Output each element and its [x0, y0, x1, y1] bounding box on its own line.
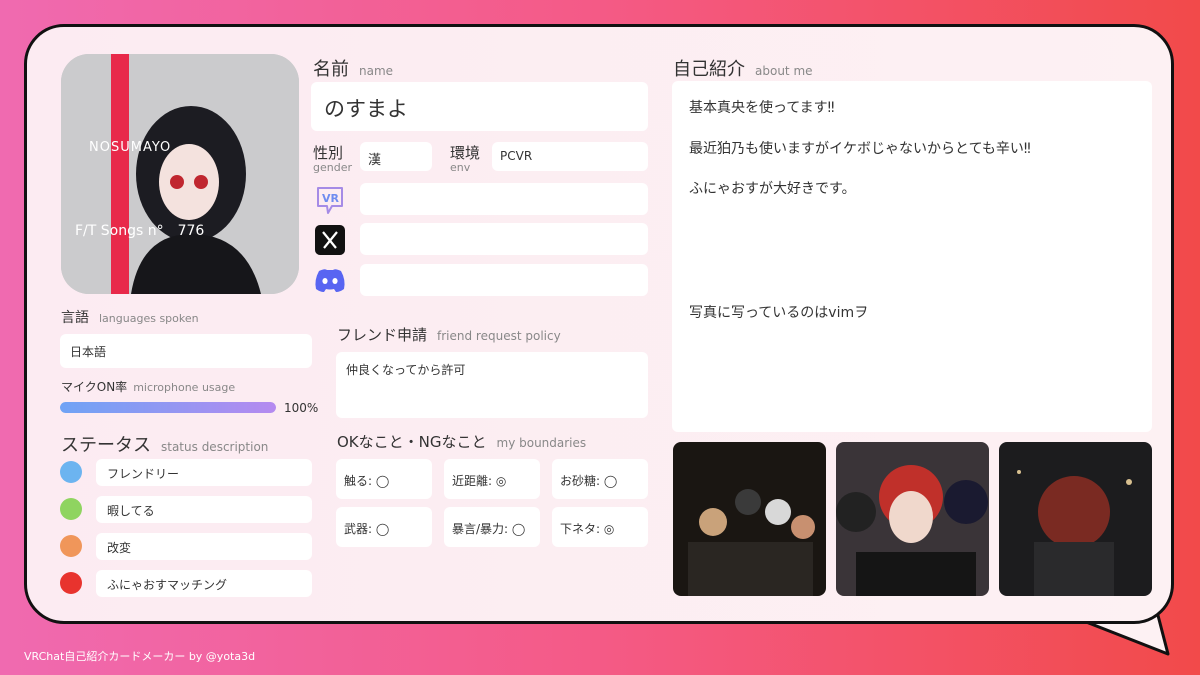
status-item: フレンドリー	[96, 459, 312, 486]
status-label: ステータス status description	[61, 435, 269, 456]
boundary-item: 下ネタ: ◎	[552, 507, 648, 547]
avatar-image: NOSUMAYO F/T Songs n° 776	[61, 54, 299, 294]
status-item: ふにゃおすマッチング	[96, 570, 312, 597]
languages-value: 日本語	[70, 345, 107, 359]
footer-credit: VRChat自己紹介カードメーカー by @yota3d	[24, 650, 256, 663]
boundary-item-text: 暴言/暴力: ◯	[452, 522, 526, 536]
boundary-item-text: 触る: ◯	[344, 474, 390, 488]
boundary-item: お砂糖: ◯	[552, 459, 648, 499]
vrchat-icon: VR	[317, 187, 343, 214]
friend-field: 仲良くなってから許可	[336, 352, 648, 418]
env-field: PCVR	[492, 142, 648, 171]
env-value: PCVR	[500, 149, 533, 163]
about-line: 基本真央を使ってます‼	[689, 100, 835, 116]
x-field	[360, 223, 648, 255]
about-label: 自己紹介 about me	[673, 59, 813, 80]
status-item-text: ふにゃおすマッチング	[107, 578, 228, 592]
vrchat-field	[360, 183, 648, 215]
languages-field: 日本語	[60, 334, 312, 368]
friend-label: フレンド申請 friend request policy	[337, 326, 561, 344]
photo-2	[836, 442, 989, 596]
name-value: のすまよ	[324, 97, 408, 121]
gender-label: 性別 gender	[313, 144, 352, 174]
mic-label: マイクON率 microphone usage	[61, 380, 236, 394]
about-line: ふにゃおすが大好きです。	[689, 181, 856, 197]
status-item: 暇してる	[96, 496, 312, 523]
status-item-text: 暇してる	[107, 504, 155, 518]
name-field: のすまよ	[311, 82, 648, 131]
status-item-text: フレンドリー	[107, 467, 180, 481]
about-line: 最近狛乃も使いますがイケボじゃないからとても辛い‼	[689, 141, 1031, 157]
mic-progress-fill	[60, 402, 276, 413]
boundary-item-text: 武器: ◯	[344, 522, 390, 536]
status-item-text: 改変	[107, 541, 132, 555]
x-icon	[315, 225, 345, 255]
discord-icon	[315, 269, 345, 292]
boundary-item: 近距離: ◎	[444, 459, 540, 499]
name-label: 名前 name	[313, 59, 394, 80]
photo-3	[999, 442, 1152, 596]
photo-1	[673, 442, 826, 596]
mic-percent: 100%	[284, 401, 319, 415]
boundary-item-text: お砂糖: ◯	[560, 474, 618, 488]
status-dot	[60, 498, 82, 520]
boundary-item-text: 近距離: ◎	[452, 474, 507, 488]
avatar-caption-bottom: F/T Songs n° 776	[75, 223, 205, 239]
status-dot	[60, 572, 82, 594]
discord-field	[360, 264, 648, 296]
env-label: 環境 env	[450, 144, 481, 174]
boundary-item-text: 下ネタ: ◎	[560, 522, 615, 536]
boundaries-label: OKなこと・NGなこと my boundaries	[337, 433, 587, 451]
about-field: 基本真央を使ってます‼ 最近狛乃も使いますがイケボじゃないからとても辛い‼ ふに…	[672, 81, 1152, 432]
gender-value: 漢	[368, 153, 382, 168]
boundary-item: 暴言/暴力: ◯	[444, 507, 540, 547]
languages-label: 言語 languages spoken	[61, 310, 199, 326]
boundary-item: 触る: ◯	[336, 459, 432, 499]
mic-progress-track	[60, 402, 276, 413]
avatar-caption-top: NOSUMAYO	[89, 140, 172, 155]
friend-value: 仲良くなってから許可	[346, 363, 466, 377]
svg-text:VR: VR	[322, 192, 340, 205]
gender-field: 漢	[360, 142, 432, 171]
status-dot	[60, 461, 82, 483]
status-dot	[60, 535, 82, 557]
about-line: 写真に写っているのはvimヲ	[689, 305, 869, 321]
status-item: 改変	[96, 533, 312, 560]
boundary-item: 武器: ◯	[336, 507, 432, 547]
